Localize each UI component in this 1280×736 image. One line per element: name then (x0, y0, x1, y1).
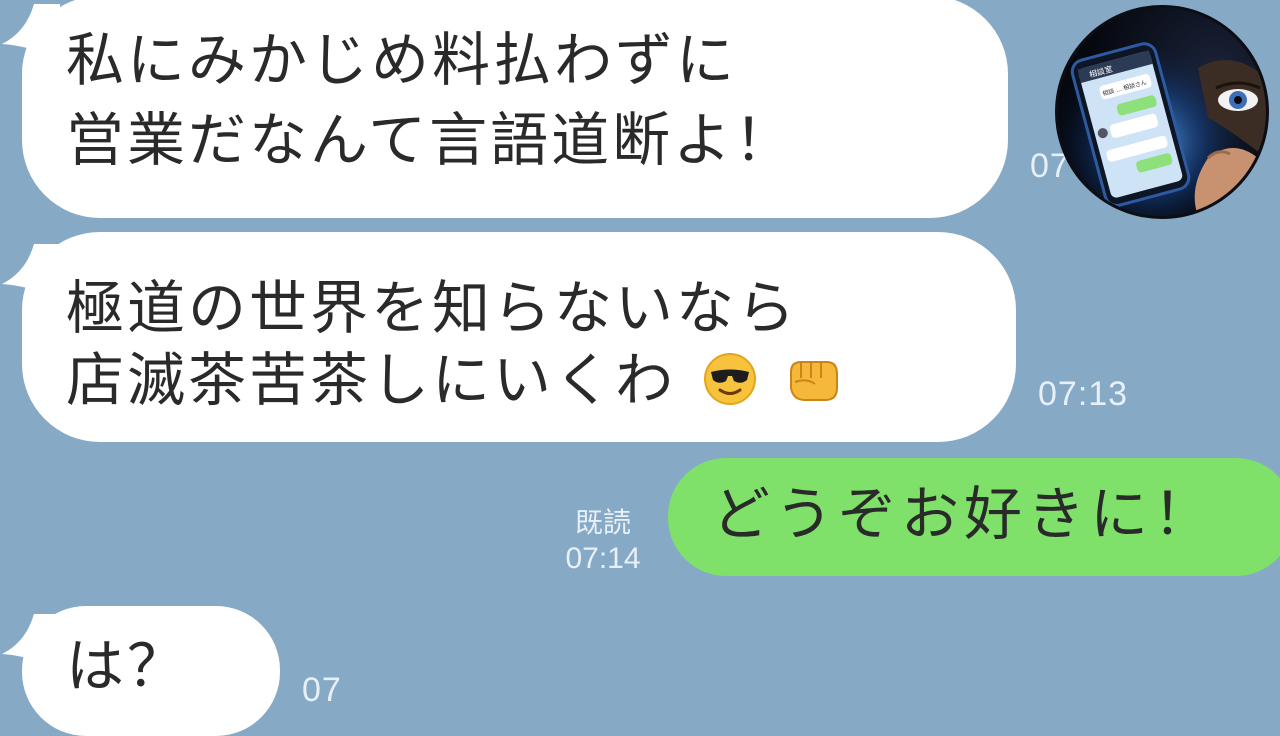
message-line: 私にみかじめ料払わずに (66, 26, 738, 94)
message-timestamp: 07 (302, 671, 342, 709)
message-bubble-received[interactable]: は？ (22, 606, 280, 736)
message-timestamp: 07:14 (565, 542, 641, 575)
message-bubble-received[interactable]: 私にみかじめ料払わずに 営業だなんて言語道断よ！ (22, 0, 1008, 218)
message-bubble-received[interactable]: 極道の世界を知らないなら 店滅茶苦茶しにいくわ (22, 232, 1016, 442)
read-receipt: 既読 07:14 (558, 506, 648, 576)
bubble-tail (2, 4, 60, 59)
read-label: 既読 (574, 506, 631, 539)
bubble-tail (2, 244, 60, 299)
smiling-face-with-sunglasses-icon (703, 352, 757, 420)
message-line: どうぞお好きに！ (712, 480, 1217, 548)
message-line: 極道の世界を知らないなら (66, 274, 799, 342)
message-line-text: 店滅茶苦茶しにいくわ (66, 346, 677, 414)
message-timestamp: 07:13 (1038, 375, 1129, 413)
message-line: 営業だなんて言語道断よ！ (66, 106, 796, 174)
bubble-tail (2, 614, 60, 669)
message-line: 店滅茶苦茶しにいくわ (66, 346, 1016, 420)
message-timestamp: 07 (1030, 147, 1070, 185)
message-line: は？ (66, 632, 189, 700)
hooded-figure-holding-smartphone-icon: 相談室 相談 ... 相談さん (1058, 8, 1266, 216)
avatar[interactable]: 相談室 相談 ... 相談さん (1058, 8, 1266, 216)
message-bubble-sent[interactable]: どうぞお好きに！ (668, 458, 1280, 576)
oncoming-fist-icon (785, 352, 841, 420)
